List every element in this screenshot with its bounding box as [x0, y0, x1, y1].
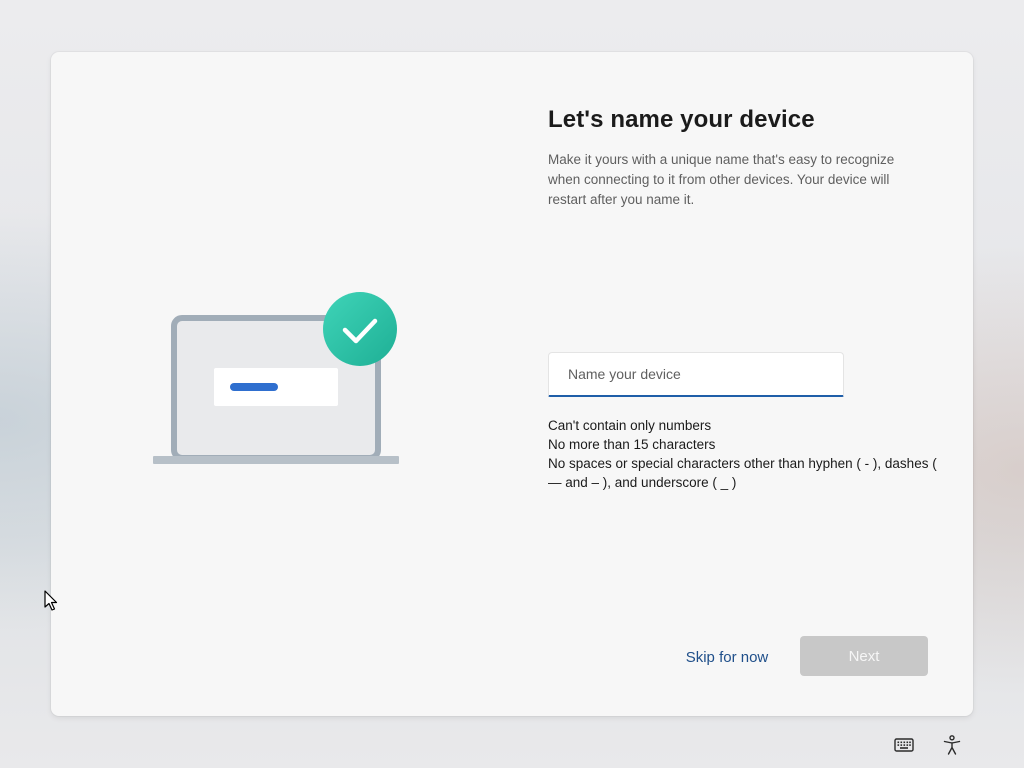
- page-title: Let's name your device: [548, 106, 815, 133]
- keyboard-icon[interactable]: [892, 733, 916, 757]
- rule-item: No more than 15 characters: [548, 437, 716, 452]
- accessibility-icon[interactable]: [940, 733, 964, 757]
- next-button[interactable]: Next: [800, 636, 928, 676]
- setup-dialog: Let's name your device Make it yours wit…: [51, 52, 973, 716]
- mouse-cursor-icon: [44, 590, 58, 611]
- naming-rules: Can't contain only numbers No more than …: [548, 416, 948, 492]
- rule-item: No spaces or special characters other th…: [548, 456, 937, 490]
- device-name-field[interactable]: [548, 352, 844, 397]
- device-name-input[interactable]: [549, 353, 843, 395]
- laptop-illustration: [153, 292, 399, 464]
- page-description: Make it yours with a unique name that's …: [548, 152, 895, 207]
- checkmark-badge-icon: [323, 292, 397, 366]
- skip-for-now-link[interactable]: Skip for now: [675, 646, 779, 670]
- rule-item: Can't contain only numbers: [548, 418, 712, 433]
